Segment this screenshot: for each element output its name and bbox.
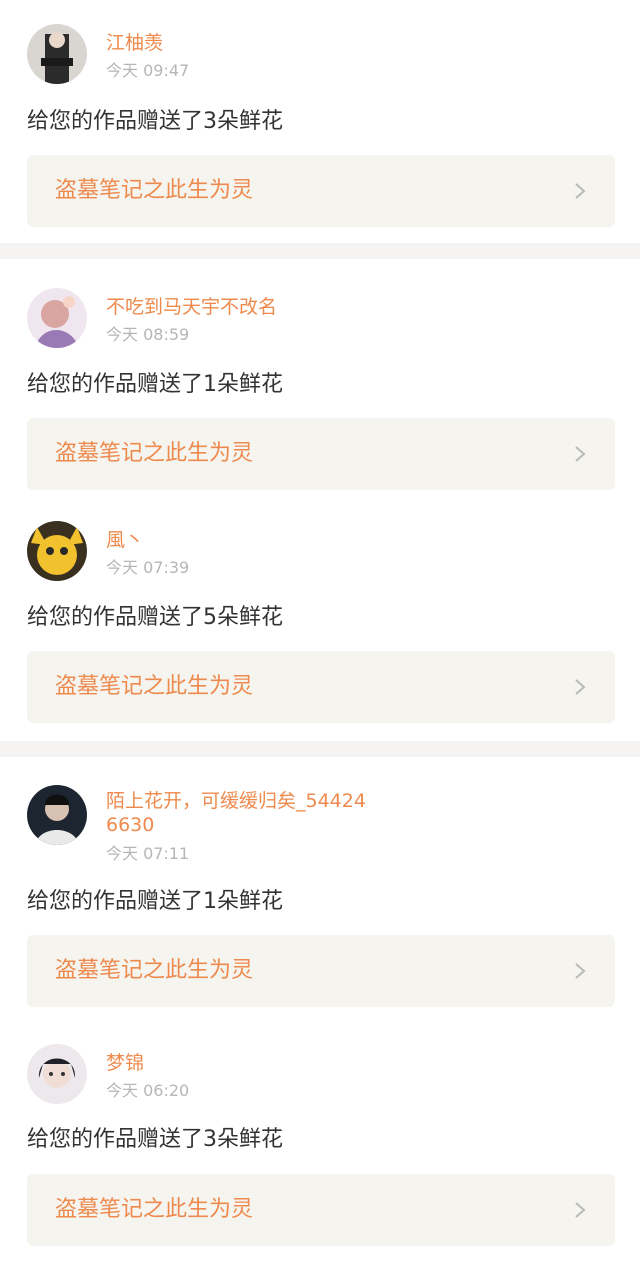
username[interactable]: 江柚羡: [106, 31, 366, 55]
section-separator: [0, 243, 640, 259]
gift-message: 给您的作品赠送了3朵鲜花: [27, 109, 283, 134]
user-avatar[interactable]: [27, 521, 87, 581]
user-avatar[interactable]: [27, 288, 87, 348]
timestamp: 今天 08:59: [106, 325, 190, 344]
work-title: 盗墓笔记之此生为灵: [55, 178, 254, 203]
gift-notification-feed: 江柚羡 今天 09:47 给您的作品赠送了3朵鲜花 盗墓笔记之此生为灵 不吃到马…: [0, 0, 640, 1262]
timestamp: 今天 07:11: [106, 844, 190, 863]
notification-card: 陌上花开，可缓缓归矣_544246630 今天 07:11 给您的作品赠送了1朵…: [0, 757, 640, 1022]
user-avatar[interactable]: [27, 785, 87, 845]
user-avatar-icon: [27, 1044, 87, 1104]
username[interactable]: 陌上花开，可缓缓归矣_544246630: [106, 789, 366, 837]
timestamp: 今天 09:47: [106, 61, 190, 80]
user-avatar[interactable]: [27, 1044, 87, 1104]
section-separator: [0, 741, 640, 757]
work-title: 盗墓笔记之此生为灵: [55, 958, 254, 983]
chevron-right-icon: [575, 963, 586, 979]
work-link[interactable]: 盗墓笔记之此生为灵: [27, 155, 615, 227]
gift-message: 给您的作品赠送了1朵鲜花: [27, 372, 283, 397]
work-link[interactable]: 盗墓笔记之此生为灵: [27, 418, 615, 490]
chevron-right-icon: [575, 183, 586, 199]
username[interactable]: 風丶: [106, 528, 366, 552]
user-avatar-icon: [27, 521, 87, 581]
work-title: 盗墓笔记之此生为灵: [55, 441, 254, 466]
chevron-right-icon: [575, 679, 586, 695]
username[interactable]: 梦锦: [106, 1051, 366, 1075]
work-link[interactable]: 盗墓笔记之此生为灵: [27, 651, 615, 723]
notification-card: 風丶 今天 07:39 给您的作品赠送了5朵鲜花 盗墓笔记之此生为灵: [0, 496, 640, 741]
timestamp: 今天 06:20: [106, 1081, 190, 1100]
user-avatar-icon: [27, 785, 87, 845]
gift-message: 给您的作品赠送了1朵鲜花: [27, 889, 283, 914]
user-avatar-icon: [27, 24, 87, 84]
chevron-right-icon: [575, 446, 586, 462]
notification-card: 梦锦 今天 06:20 给您的作品赠送了3朵鲜花 盗墓笔记之此生为灵: [0, 1022, 640, 1262]
timestamp: 今天 07:39: [106, 558, 190, 577]
notification-card: 江柚羡 今天 09:47 给您的作品赠送了3朵鲜花 盗墓笔记之此生为灵: [0, 0, 640, 243]
user-avatar[interactable]: [27, 24, 87, 84]
work-title: 盗墓笔记之此生为灵: [55, 1197, 254, 1222]
work-link[interactable]: 盗墓笔记之此生为灵: [27, 1174, 615, 1246]
work-title: 盗墓笔记之此生为灵: [55, 674, 254, 699]
work-link[interactable]: 盗墓笔记之此生为灵: [27, 935, 615, 1007]
gift-message: 给您的作品赠送了3朵鲜花: [27, 1127, 283, 1152]
user-avatar-icon: [27, 288, 87, 348]
notification-card: 不吃到马天宇不改名 今天 08:59 给您的作品赠送了1朵鲜花 盗墓笔记之此生为…: [0, 259, 640, 496]
gift-message: 给您的作品赠送了5朵鲜花: [27, 605, 283, 630]
chevron-right-icon: [575, 1202, 586, 1218]
username[interactable]: 不吃到马天宇不改名: [106, 295, 366, 319]
